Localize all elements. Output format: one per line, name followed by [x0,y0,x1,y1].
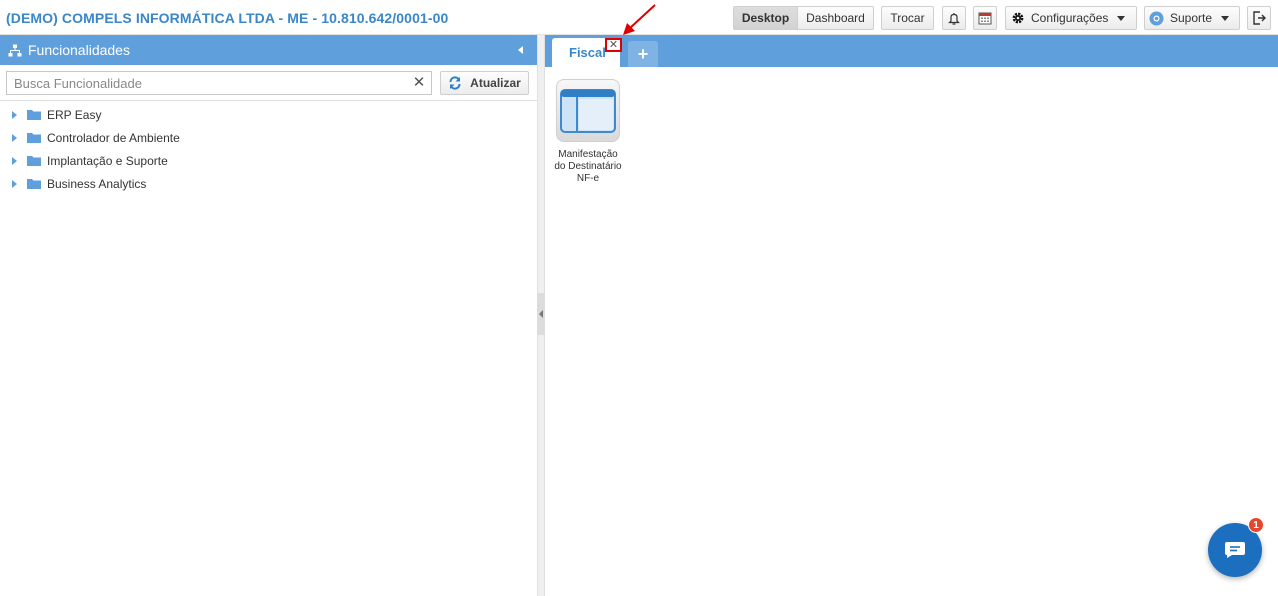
shortcut-label: Manifestação do Destinatário NF-e [554,149,622,184]
search-row: ✕ Atualizar [0,65,537,101]
expand-arrow-icon[interactable] [12,156,17,165]
expand-arrow-icon[interactable] [12,179,17,188]
suporte-menu[interactable]: Suporte [1144,6,1240,30]
tree-item-label: Controlador de Ambiente [47,130,180,145]
app-window-icon[interactable] [556,79,620,142]
gear-icon [1012,12,1024,24]
chevron-down-icon [1117,15,1126,21]
bell-icon [948,12,960,25]
calendar-icon [978,12,992,25]
notifications-button[interactable] [942,6,966,30]
logout-icon [1253,11,1266,25]
atualizar-label: Atualizar [470,76,521,90]
folder-icon [27,156,41,166]
calendar-button[interactable] [973,6,997,30]
tree-item-controlador-de-ambiente[interactable]: Controlador de Ambiente [0,126,537,149]
collapse-panel-icon[interactable] [518,46,523,54]
search-input[interactable] [7,72,407,94]
folder-icon [27,110,41,120]
sitemap-icon [8,44,22,56]
configuracoes-menu[interactable]: Configurações [1005,6,1137,30]
collapse-left-icon[interactable] [539,310,543,318]
close-tab-icon[interactable]: ✕ [605,38,622,52]
tree-item-implantacao-e-suporte[interactable]: Implantação e Suporte [0,149,537,172]
tree-item-label: Implantação e Suporte [47,153,168,168]
panel-title: Funcionalidades [28,42,130,58]
tree-item-business-analytics[interactable]: Business Analytics [0,172,537,195]
expand-arrow-icon[interactable] [12,110,17,119]
trocar-button[interactable]: Trocar [881,6,934,30]
annotation-arrow [623,4,656,35]
add-tab-button[interactable]: + [628,41,658,67]
company-title: (DEMO) COMPELS INFORMÁTICA LTDA - ME - 1… [6,10,449,26]
logout-button[interactable] [1247,6,1271,30]
suporte-label: Suporte [1170,11,1213,25]
trocar-button-label: Trocar [890,11,925,25]
clear-search-icon[interactable]: ✕ [411,75,427,91]
tree-item-label: ERP Easy [47,107,102,122]
dashboard-button-label: Dashboard [806,11,865,25]
tree-item-label: Business Analytics [47,176,147,191]
tab-label: Fiscal [569,45,606,60]
refresh-icon [449,76,461,90]
chat-notification-badge: 1 [1248,517,1264,533]
tree-item-erp-easy[interactable]: ERP Easy [0,103,537,126]
atualizar-button[interactable]: Atualizar [440,71,529,95]
window-layout-icon [560,88,616,133]
workspace-panel: Fiscal ✕ + Manifestação do Destinatário … [545,35,1278,596]
panel-header: Funcionalidades [0,35,537,65]
dashboard-button[interactable]: Dashboard [797,6,874,30]
desktop-shortcut[interactable]: Manifestação do Destinatário NF-e [553,79,622,185]
desktop-button-label: Desktop [741,11,790,25]
chat-icon [1225,542,1245,558]
funcionalidades-panel: Funcionalidades ✕ Atualizar ERP Easy [0,35,537,596]
desktop-button[interactable]: Desktop [733,6,798,30]
functionality-tree: ERP Easy Controlador de Ambiente Implant… [0,101,537,195]
folder-icon [27,179,41,189]
folder-icon [27,133,41,143]
tab-bar: Fiscal ✕ + [545,35,1278,67]
chevron-down-icon [1221,15,1230,21]
support-icon [1149,11,1164,25]
search-box: ✕ [6,71,432,95]
expand-arrow-icon[interactable] [12,133,17,142]
panel-splitter[interactable] [537,35,546,596]
configuracoes-label: Configurações [1031,11,1109,25]
